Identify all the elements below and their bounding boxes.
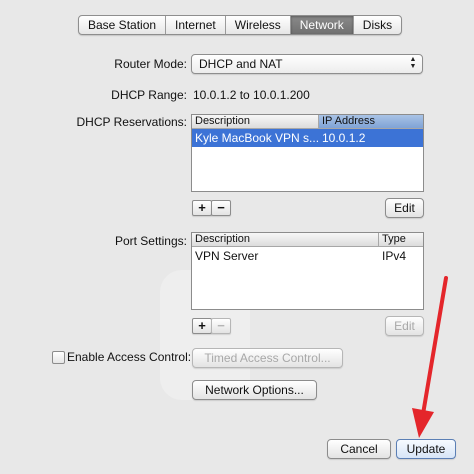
add-port-button[interactable]: + <box>192 318 212 334</box>
column-header-ip-address[interactable]: IP Address <box>318 115 423 128</box>
dhcp-reservations-table[interactable]: Description IP Address Kyle MacBook VPN … <box>191 114 424 192</box>
router-mode-value: DHCP and NAT <box>199 57 283 71</box>
tab-disks[interactable]: Disks <box>354 16 401 34</box>
timed-access-control-button[interactable]: Timed Access Control... <box>192 348 343 368</box>
column-header-type[interactable]: Type <box>378 233 423 246</box>
edit-reservation-button[interactable]: Edit <box>385 198 424 218</box>
remove-reservation-button[interactable]: − <box>211 200 231 216</box>
add-reservation-button[interactable]: + <box>192 200 212 216</box>
remove-port-button[interactable]: − <box>211 318 231 334</box>
table-header: Description Type <box>192 233 423 247</box>
tab-wireless[interactable]: Wireless <box>226 16 291 34</box>
table-row[interactable]: Kyle MacBook VPN s... 10.0.1.2 <box>192 129 423 147</box>
access-control-checkbox[interactable] <box>52 351 65 364</box>
tab-internet[interactable]: Internet <box>166 16 226 34</box>
port-description: VPN Server <box>195 249 259 263</box>
access-control-label: Enable Access Control: <box>67 350 192 364</box>
column-header-description[interactable]: Description <box>192 233 378 246</box>
dhcp-range-value: 10.0.1.2 to 10.0.1.200 <box>193 88 310 102</box>
table-row[interactable]: VPN Server IPv4 <box>192 247 423 265</box>
port-type: IPv4 <box>382 249 407 263</box>
arrow-head <box>412 408 434 438</box>
network-options-button[interactable]: Network Options... <box>192 380 317 400</box>
reservation-ip: 10.0.1.2 <box>322 131 366 145</box>
arrow-shaft <box>420 276 448 422</box>
port-settings-label: Port Settings: <box>114 234 187 248</box>
red-arrow-annotation <box>412 276 448 438</box>
reservation-description: Kyle MacBook VPN s... <box>195 131 318 145</box>
router-mode-label: Router Mode: <box>114 57 187 71</box>
cancel-button[interactable]: Cancel <box>327 439 391 459</box>
popup-arrows-icon: ▲ ▼ <box>409 56 417 70</box>
dhcp-range-label: DHCP Range: <box>111 88 187 102</box>
tab-network[interactable]: Network <box>290 16 354 34</box>
router-mode-popup[interactable]: DHCP and NAT ▲ ▼ <box>191 54 423 74</box>
tab-base-station[interactable]: Base Station <box>79 16 167 34</box>
column-header-description[interactable]: Description <box>192 115 318 128</box>
tab-bar: Base Station Internet Wireless Network D… <box>78 15 403 35</box>
port-settings-table[interactable]: Description Type VPN Server IPv4 <box>191 232 424 310</box>
table-header: Description IP Address <box>192 115 423 129</box>
dhcp-reservations-label: DHCP Reservations: <box>76 115 187 129</box>
